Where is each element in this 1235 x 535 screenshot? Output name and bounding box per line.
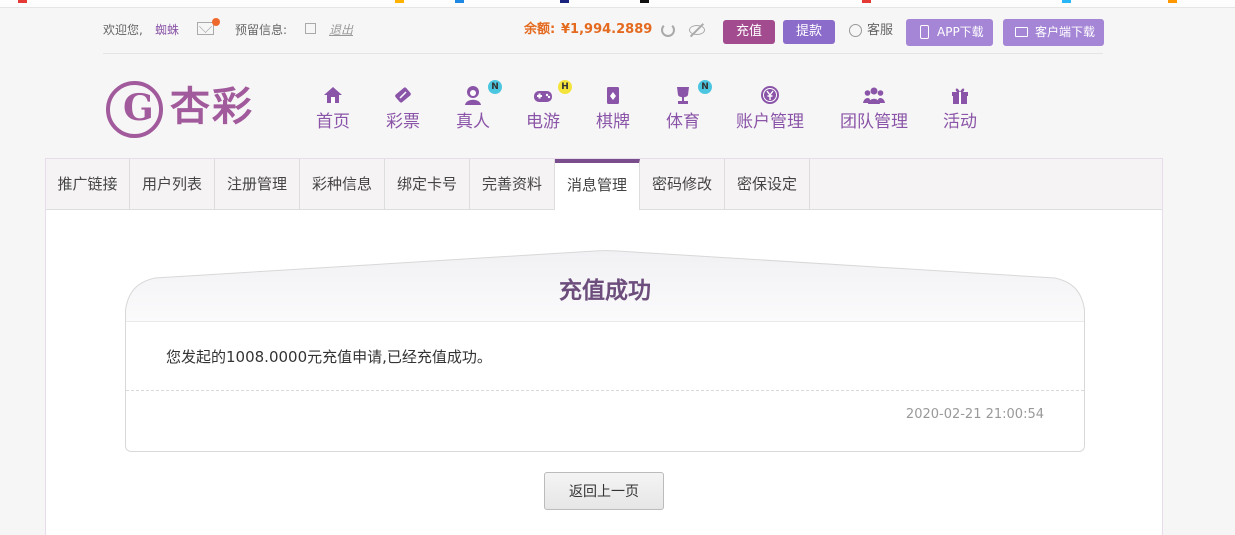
balance-value: ¥1,994.2889 xyxy=(561,22,653,37)
nav-label: 首页 xyxy=(316,112,350,132)
dealer-icon xyxy=(465,86,481,105)
nav-item-chess-cards[interactable]: 棋牌 xyxy=(596,84,630,134)
tab-change-password[interactable]: 密码修改 xyxy=(640,159,725,209)
nav-label: 棋牌 xyxy=(596,112,630,132)
message-body: 您发起的1008.0000元充值申请,已经充值成功。 2020-02-21 21… xyxy=(125,322,1085,452)
tab-lottery-info[interactable]: 彩种信息 xyxy=(300,159,385,209)
client-download-button[interactable]: 客户端下载 xyxy=(1003,19,1104,46)
customer-service-icon[interactable] xyxy=(849,24,862,37)
tab-bind-card[interactable]: 绑定卡号 xyxy=(385,159,470,209)
client-download-label: 客户端下载 xyxy=(1035,25,1096,39)
nav-item-sports[interactable]: N 体育 xyxy=(666,80,712,134)
gamepad-icon xyxy=(534,91,552,102)
bookmark-icon[interactable] xyxy=(1062,0,1071,3)
nav-label: 活动 xyxy=(943,112,977,132)
tab-user-list[interactable]: 用户列表 xyxy=(130,159,215,209)
bookmark-icon[interactable] xyxy=(455,0,464,3)
bookmark-icon[interactable] xyxy=(560,0,569,3)
site-logo[interactable]: 杏彩 xyxy=(106,81,256,139)
nav-item-electronic-games[interactable]: H 电游 xyxy=(526,80,572,134)
tab-registration[interactable]: 注册管理 xyxy=(215,159,300,209)
refresh-icon[interactable] xyxy=(661,23,675,37)
nav-label: 彩票 xyxy=(386,112,420,132)
team-icon xyxy=(863,87,885,104)
top-bar: 欢迎您, 蜘蛛 预留信息: 退出 余额: ¥1,994.2889 充值 提款 客… xyxy=(103,16,1104,54)
bookmark-icon[interactable] xyxy=(862,0,871,3)
monitor-icon xyxy=(1015,27,1028,37)
nav-label: 账户管理 xyxy=(736,112,804,132)
mail-icon[interactable] xyxy=(197,22,214,35)
hot-badge: H xyxy=(558,80,572,94)
tab-bar: 推广链接 用户列表 注册管理 彩种信息 绑定卡号 完善资料 消息管理 密码修改 … xyxy=(46,159,1162,210)
nav-item-account-management[interactable]: 账户管理 xyxy=(736,84,804,134)
bookmark-icon[interactable] xyxy=(395,0,404,3)
nav-item-promotions[interactable]: 活动 xyxy=(943,84,977,134)
balance-label: 余额: xyxy=(524,22,556,37)
logo-text: 杏彩 xyxy=(170,83,254,130)
divider xyxy=(126,390,1084,391)
recharge-button[interactable]: 充值 xyxy=(723,20,775,44)
nav-label: 电游 xyxy=(526,112,560,132)
customer-service-link[interactable]: 客服 xyxy=(867,21,893,41)
reserved-info-label: 预留信息: xyxy=(235,23,288,37)
ticket-icon xyxy=(395,87,411,103)
browser-bookmarks-strip xyxy=(0,0,1235,8)
username[interactable]: 蜘蛛 xyxy=(155,21,179,39)
tab-messages[interactable]: 消息管理 xyxy=(555,159,640,210)
gift-icon xyxy=(952,88,968,104)
bookmark-icon[interactable] xyxy=(18,0,27,3)
nav-item-home[interactable]: 首页 xyxy=(316,84,350,134)
nav-label: 真人 xyxy=(456,112,490,132)
edit-icon[interactable] xyxy=(305,23,316,34)
message-title: 充值成功 xyxy=(559,278,651,304)
bookmark-icon[interactable] xyxy=(1168,0,1177,3)
message-text: 您发起的1008.0000元充值申请,已经充值成功。 xyxy=(166,348,492,366)
app-download-button[interactable]: APP下载 xyxy=(906,19,993,46)
welcome-text: 欢迎您, xyxy=(103,23,143,37)
app-download-label: APP下载 xyxy=(937,25,984,39)
bookmark-icon[interactable] xyxy=(640,0,649,3)
home-icon xyxy=(324,87,342,103)
trophy-icon xyxy=(677,87,689,104)
new-badge: N xyxy=(698,80,712,94)
tab-profile[interactable]: 完善资料 xyxy=(470,159,555,209)
nav-item-live-dealer[interactable]: N 真人 xyxy=(456,80,502,134)
nav-label: 体育 xyxy=(666,112,700,132)
unread-dot-icon xyxy=(212,18,220,26)
main-panel: 推广链接 用户列表 注册管理 彩种信息 绑定卡号 完善资料 消息管理 密码修改 … xyxy=(45,158,1163,535)
logo-emblem-icon xyxy=(106,81,163,138)
back-button[interactable]: 返回上一页 xyxy=(544,472,664,510)
tab-promo-links[interactable]: 推广链接 xyxy=(46,159,130,209)
message-card: 充值成功 您发起的1008.0000元充值申请,已经充值成功。 2020-02-… xyxy=(125,250,1085,452)
new-badge: N xyxy=(488,80,502,94)
message-timestamp: 2020-02-21 21:00:54 xyxy=(905,407,1044,422)
cards-icon xyxy=(607,87,619,104)
nav-label: 团队管理 xyxy=(840,112,908,132)
nav-item-lottery[interactable]: 彩票 xyxy=(386,84,420,134)
withdraw-button[interactable]: 提款 xyxy=(783,20,835,44)
logout-link[interactable]: 退出 xyxy=(329,21,353,39)
hide-balance-icon[interactable] xyxy=(689,25,705,35)
yen-coin-icon xyxy=(761,86,779,104)
tab-security-settings[interactable]: 密保设定 xyxy=(725,159,810,209)
phone-icon xyxy=(920,25,929,39)
nav-item-team-management[interactable]: 团队管理 xyxy=(840,84,908,134)
